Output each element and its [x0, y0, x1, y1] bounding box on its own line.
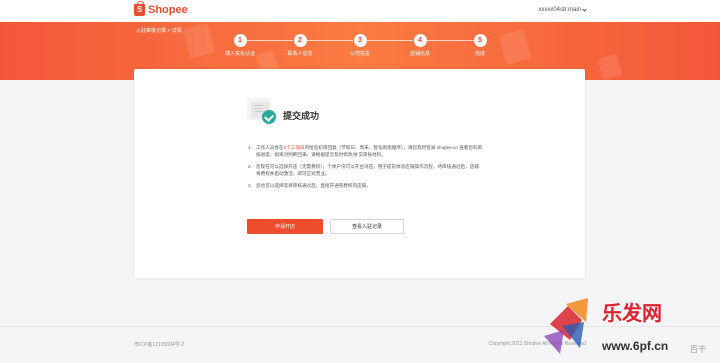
- step-indicator: 1 填入实名认证 2 联系人信息 3 公司信息 4 店铺信息 5 完成: [0, 34, 720, 74]
- step-number: 5: [473, 34, 487, 47]
- step-label: 公司信息: [349, 51, 370, 57]
- note-text: 工作人员会在5个工作日内给您初审回复（节假日、周末、暂化刺能顺序），请您及时登录…: [256, 144, 483, 158]
- note-item: 1. 工作人员会在5个工作日内给您初审回复（节假日、周末、暂化刺能顺序），请您及…: [248, 144, 483, 158]
- apply-store-button[interactable]: 申请开店: [247, 219, 323, 234]
- chevron-down-icon: [582, 6, 587, 12]
- watermark-logo: 乐发网 www.6pf.cn 百干: [544, 298, 706, 354]
- note-number: 1.: [248, 145, 252, 150]
- step-4: 4 店铺信息: [390, 34, 450, 57]
- watermark-brand: 乐发网: [602, 301, 662, 325]
- note-number: 3.: [248, 183, 252, 188]
- note-text: 您也可以选择等待审核通过后，直接开通有费权的店铺。: [256, 183, 371, 188]
- step-number: 4: [413, 34, 427, 47]
- user-name: xxxxx04sb:main: [538, 7, 581, 13]
- check-circle-icon: [262, 110, 276, 124]
- icp-number[interactable]: 粤ICP备17135694号-2: [134, 341, 184, 348]
- note-number: 2.: [248, 164, 252, 169]
- view-records-button[interactable]: 查看入驻记录: [330, 219, 404, 234]
- note-item: 2. 您现在可以选择开店（无需费权），个体户仅可以开台湾店，用于提前体验店铺操作…: [248, 163, 483, 177]
- user-menu[interactable]: xxxxx04sb:main: [538, 6, 587, 13]
- watermark-glyphs: 百干: [690, 345, 706, 354]
- brand-name: Shopee: [148, 4, 188, 16]
- breadcrumb[interactable]: 入驻审核记录 > 详情: [136, 27, 182, 34]
- step-label: 联系人信息: [287, 51, 313, 57]
- shopping-bag-icon: S: [134, 1, 145, 16]
- deadline-highlight: 5个工作日: [283, 145, 305, 150]
- top-bar: S Shopee xxxxx04sb:main: [0, 0, 720, 22]
- watermark-shape: [544, 330, 564, 354]
- shopee-logo[interactable]: S Shopee: [134, 1, 188, 16]
- submission-success-icon: [247, 98, 277, 125]
- notes-list: 1. 工作人员会在5个工作日内给您初审回复（节假日、周末、暂化刺能顺序），请您及…: [248, 144, 483, 194]
- step-1: 1 填入实名认证: [210, 34, 270, 57]
- step-number: 3: [353, 34, 367, 47]
- step-5: 5 完成: [450, 34, 510, 57]
- step-label: 填入实名认证: [224, 51, 255, 57]
- step-label: 店铺信息: [409, 51, 430, 57]
- step-number: 2: [293, 34, 307, 47]
- step-label: 完成: [474, 51, 485, 57]
- note-text: 您现在可以选择开店（无需费权），个体户仅可以开台湾店，用于提前体验店铺操作流程，…: [256, 164, 479, 176]
- logo-glyph: S: [136, 5, 143, 14]
- watermark-site: www.6pf.cn: [601, 339, 668, 353]
- note-item: 3. 您也可以选择等待审核通过后，直接开通有费权的店铺。: [248, 182, 483, 189]
- step-2: 2 联系人信息: [270, 34, 330, 57]
- step-number: 1: [233, 34, 247, 47]
- step-3: 3 公司信息: [330, 34, 390, 57]
- success-title: 提交成功: [283, 111, 320, 121]
- note-text-part: 工作人员会在: [256, 145, 284, 150]
